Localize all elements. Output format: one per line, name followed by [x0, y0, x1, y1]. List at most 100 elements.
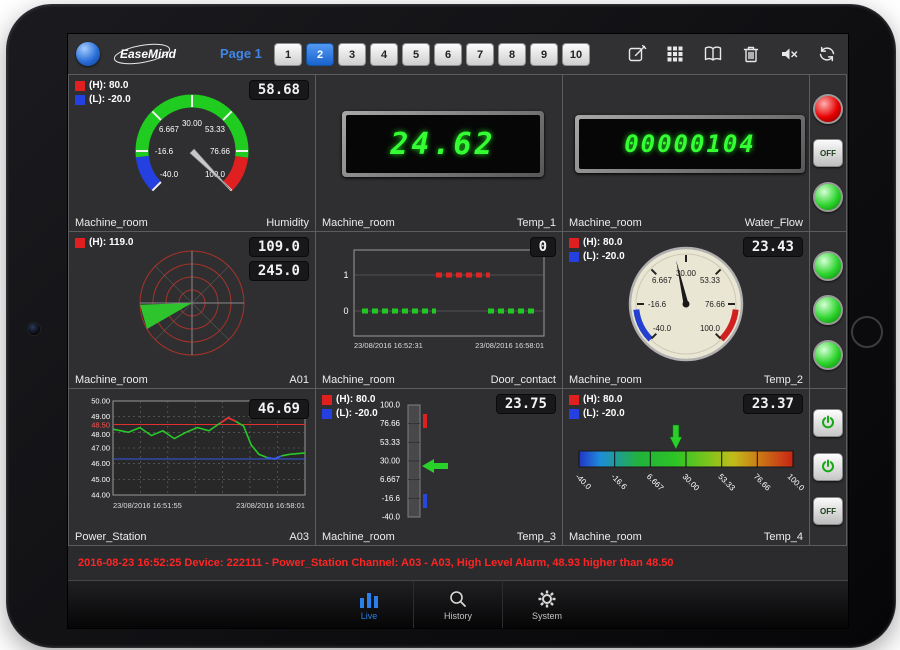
- horizontal-bar-gauge: -40.0 -16.6 6.667 30.00 53.33 76.66 100.…: [565, 417, 807, 529]
- brand-name: EaseMind: [120, 47, 177, 61]
- panel-location: Machine_room: [569, 217, 642, 229]
- panel-door-contact: 0 1 0 23/08/2016 16:52:31 23/08/2016 16:…: [316, 232, 562, 388]
- low-limit-label: (L): -20.0: [583, 408, 625, 419]
- level-label-0: 0: [343, 306, 348, 316]
- low-limit-label: (L): -20.0: [336, 408, 378, 419]
- power-button[interactable]: [813, 409, 843, 437]
- home-button[interactable]: [851, 316, 883, 348]
- low-limit-label: (L): -20.0: [583, 251, 625, 262]
- tab-live[interactable]: Live: [325, 581, 413, 629]
- value-badge: 23.37: [743, 394, 803, 414]
- power-button[interactable]: [813, 453, 843, 481]
- system-gear-icon: [538, 590, 556, 608]
- page-button-4[interactable]: 4: [370, 43, 398, 66]
- value-pointer-arrow: [422, 459, 448, 473]
- page-button-1[interactable]: 1: [274, 43, 302, 66]
- time-start: 23/08/2016 16:52:31: [354, 341, 423, 350]
- bottom-tab-bar: Live History: [68, 580, 848, 629]
- high-limit-label: (H): 80.0: [583, 237, 622, 248]
- green-indicator-light[interactable]: [813, 295, 843, 325]
- red-indicator-light[interactable]: [813, 94, 843, 124]
- gauge-tick-label: 6.667: [159, 125, 180, 134]
- panel-location: Power_Station: [75, 531, 147, 543]
- toolbar: EaseMind Page 1 1 2 3 4 5 6 7 8 9 10: [68, 34, 848, 74]
- panel-channel: Temp_3: [517, 531, 556, 543]
- tab-label: Live: [361, 611, 378, 621]
- value-badge: 109.0: [249, 237, 309, 257]
- camera: [27, 322, 41, 336]
- panel-temp3: (H): 80.0 (L): -20.0 23.75 100.0 76.66 5…: [316, 389, 562, 545]
- panel-channel: A03: [289, 531, 309, 543]
- page-selector: 1 2 3 4 5 6 7 8 9 10: [274, 43, 590, 66]
- high-limit-label: (H): 80.0: [583, 394, 622, 405]
- green-indicator-light[interactable]: [813, 251, 843, 281]
- page-button-8[interactable]: 8: [498, 43, 526, 66]
- panel-location: Machine_room: [569, 531, 642, 543]
- page-button-7[interactable]: 7: [466, 43, 494, 66]
- ipad-bezel: EaseMind Page 1 1 2 3 4 5 6 7 8 9 10: [6, 4, 896, 648]
- panel-channel: Temp_2: [764, 374, 803, 386]
- mute-icon[interactable]: [778, 43, 800, 65]
- y-tick: 44.00: [91, 491, 110, 500]
- panel-channel: A01: [289, 374, 309, 386]
- off-switch[interactable]: OFF: [813, 497, 843, 525]
- page-button-3[interactable]: 3: [338, 43, 366, 66]
- panel-channel: Temp_1: [517, 217, 556, 229]
- trash-icon[interactable]: [740, 43, 762, 65]
- scale-tick: -40.0: [382, 513, 401, 522]
- alarm-message: 2016-08-23 16:52:25 Device: 222111 - Pow…: [78, 557, 674, 569]
- gauge-tick-label: 30.00: [182, 119, 203, 128]
- off-switch[interactable]: OFF: [813, 139, 843, 167]
- panel-location: Machine_room: [75, 374, 148, 386]
- high-limit-swatch: [569, 238, 579, 248]
- high-limit-label: (H): 80.0: [89, 80, 128, 91]
- gauge-tick-label: -40.0: [653, 324, 672, 333]
- value-badge: 23.75: [496, 394, 556, 414]
- scale-tick: -40.0: [574, 472, 594, 492]
- y-tick: 48.00: [91, 430, 110, 439]
- y-tick: 47.00: [91, 444, 110, 453]
- scale-tick: 6.667: [380, 475, 401, 484]
- gauge-tick-label: -16.6: [155, 147, 174, 156]
- high-marker: [423, 414, 427, 428]
- tab-system[interactable]: System: [502, 581, 591, 629]
- scale-tick: 53.33: [716, 472, 737, 493]
- scale-tick: 76.66: [752, 472, 773, 493]
- side-controls-row3: OFF: [810, 389, 846, 545]
- panel-channel: Temp_4: [764, 531, 803, 543]
- lcd-value: 24.62: [346, 115, 540, 173]
- page-button-5[interactable]: 5: [402, 43, 430, 66]
- side-controls-row2: [810, 232, 846, 388]
- gauge-tick-label: -40.0: [160, 170, 179, 179]
- tab-label: System: [532, 611, 562, 621]
- edit-icon[interactable]: [626, 43, 648, 65]
- book-icon[interactable]: [702, 43, 724, 65]
- y-tick: 45.00: [91, 475, 110, 484]
- low-limit-swatch: [322, 409, 332, 419]
- panel-humidity: (H): 80.0 (L): -20.0 58.68 -40.0 -1: [69, 75, 315, 231]
- green-indicator-light[interactable]: [813, 340, 843, 370]
- app-menu-button[interactable]: [76, 42, 100, 66]
- panel-location: Machine_room: [322, 531, 395, 543]
- tab-history[interactable]: History: [413, 581, 502, 629]
- gauge-tick-label: 76.66: [210, 147, 231, 156]
- level-label-1: 1: [343, 270, 348, 280]
- panel-channel: Humidity: [266, 217, 309, 229]
- page-button-6[interactable]: 6: [434, 43, 462, 66]
- high-limit-label: (H): 80.0: [336, 394, 375, 405]
- value-badge: 58.68: [249, 80, 309, 100]
- low-limit-label: (L): -20.0: [89, 94, 131, 105]
- page-button-2[interactable]: 2: [306, 43, 334, 66]
- page-label: Page 1: [220, 46, 262, 61]
- page-button-10[interactable]: 10: [562, 43, 590, 66]
- gauge-tick-label: 53.33: [205, 125, 226, 134]
- refresh-icon[interactable]: [816, 43, 838, 65]
- high-limit-swatch: [75, 238, 85, 248]
- keypad-icon[interactable]: [664, 43, 686, 65]
- low-limit-swatch: [75, 95, 85, 105]
- green-indicator-light[interactable]: [813, 182, 843, 212]
- page-button-9[interactable]: 9: [530, 43, 558, 66]
- toolbar-actions: [626, 43, 838, 65]
- gauge-tick-label: 76.66: [705, 300, 726, 309]
- history-search-icon: [448, 590, 468, 608]
